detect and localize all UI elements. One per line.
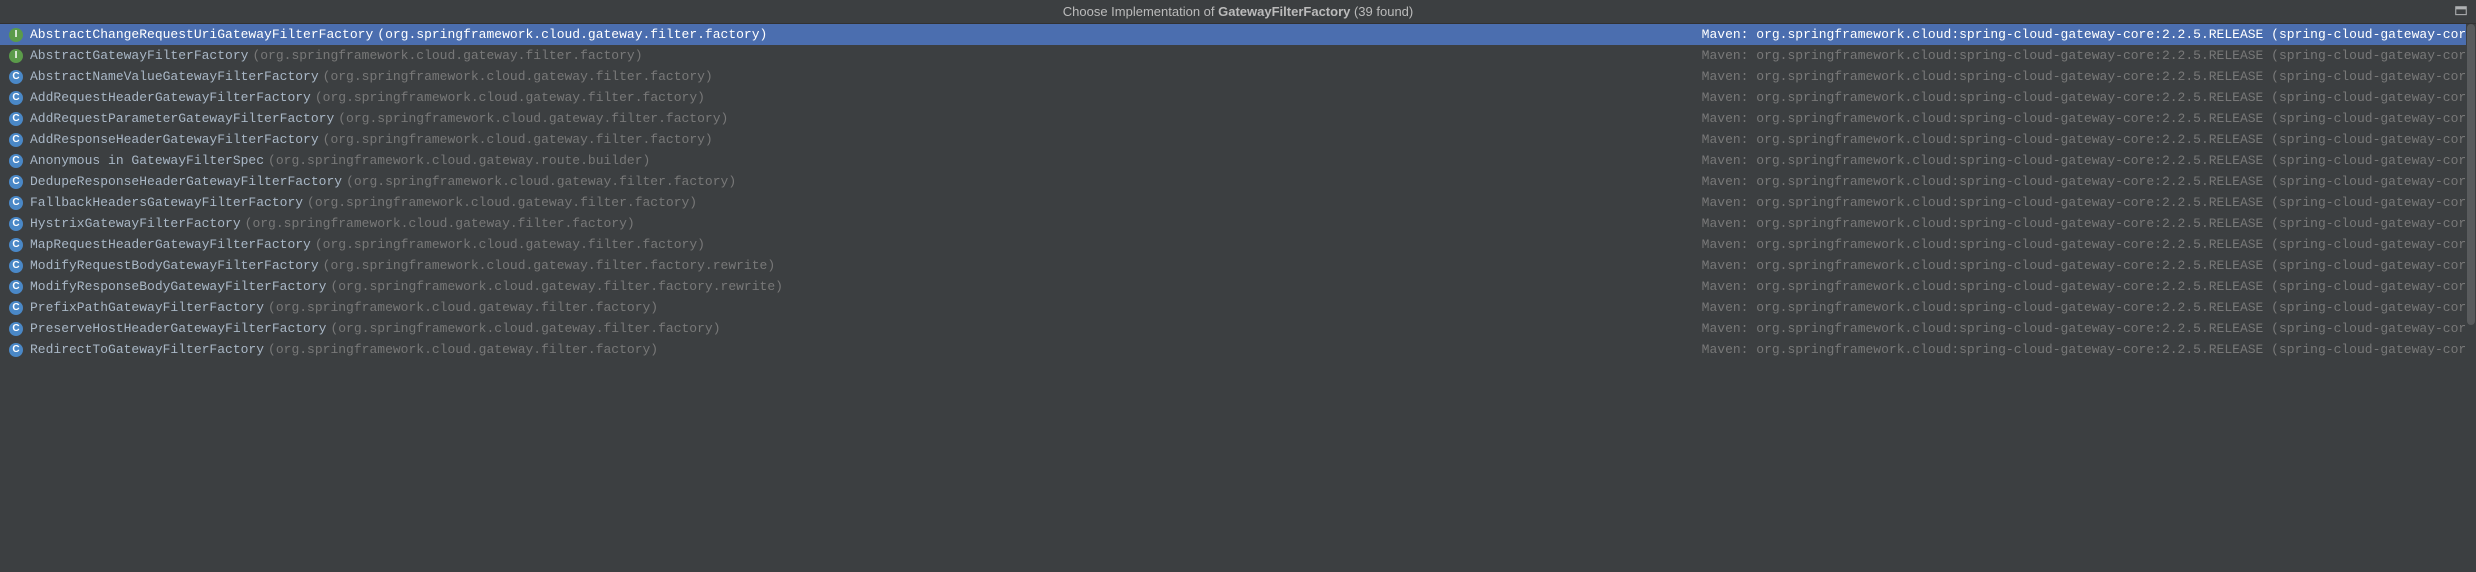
list-item[interactable]: C ModifyResponseBodyGatewayFilterFactory (… — [0, 276, 2476, 297]
class-icon: C — [8, 69, 24, 85]
package-name: (org.springframework.cloud.gateway.filte… — [377, 27, 767, 42]
location-text: Maven: org.springframework.cloud:spring-… — [1702, 132, 2476, 147]
list-item[interactable]: C AddResponseHeaderGatewayFilterFactory (o… — [0, 129, 2476, 150]
class-icon: C — [8, 237, 24, 253]
list-item[interactable]: C PrefixPathGatewayFilterFactory (org.spri… — [0, 297, 2476, 318]
location-text: Maven: org.springframework.cloud:spring-… — [1702, 342, 2476, 357]
class-icon: C — [8, 300, 24, 316]
location-text: Maven: org.springframework.cloud:spring-… — [1702, 174, 2476, 189]
dialog-header: Choose Implementation of GatewayFilterFa… — [0, 0, 2476, 24]
package-name: (org.springframework.cloud.gateway.filte… — [330, 279, 782, 294]
package-name: (org.springframework.cloud.gateway.filte… — [323, 69, 713, 84]
class-name: AbstractGatewayFilterFactory — [30, 48, 248, 63]
list-item[interactable]: C AddRequestParameterGatewayFilterFactory… — [0, 108, 2476, 129]
package-name: (org.springframework.cloud.gateway.filte… — [315, 90, 705, 105]
package-name: (org.springframework.cloud.gateway.filte… — [346, 174, 736, 189]
class-name: AddRequestParameterGatewayFilterFactory — [30, 111, 334, 126]
location-text: Maven: org.springframework.cloud:spring-… — [1702, 153, 2476, 168]
list-item[interactable]: C AbstractNameValueGatewayFilterFactory (o… — [0, 66, 2476, 87]
class-icon: C — [8, 258, 24, 274]
package-name: (org.springframework.cloud.gateway.filte… — [323, 258, 775, 273]
list-item[interactable]: C DedupeResponseHeaderGatewayFilterFactor… — [0, 171, 2476, 192]
class-name: Anonymous in GatewayFilterSpec — [30, 153, 264, 168]
class-name: AddRequestHeaderGatewayFilterFactory — [30, 90, 311, 105]
class-name: PreserveHostHeaderGatewayFilterFactory — [30, 321, 326, 336]
package-name: (org.springframework.cloud.gateway.filte… — [268, 300, 658, 315]
class-icon: C — [8, 321, 24, 337]
package-name: (org.springframework.cloud.gateway.filte… — [307, 195, 697, 210]
location-text: Maven: org.springframework.cloud:spring-… — [1702, 90, 2476, 105]
class-icon: C — [8, 132, 24, 148]
package-name: (org.springframework.cloud.gateway.filte… — [323, 132, 713, 147]
list-item[interactable]: C MapRequestHeaderGatewayFilterFactory (or… — [0, 234, 2476, 255]
title-suffix: (39 found) — [1350, 4, 1413, 19]
class-name: ModifyResponseBodyGatewayFilterFactory — [30, 279, 326, 294]
class-name: AbstractNameValueGatewayFilterFactory — [30, 69, 319, 84]
location-text: Maven: org.springframework.cloud:spring-… — [1702, 237, 2476, 252]
implementation-list: I AbstractChangeRequestUriGatewayFilterFa… — [0, 24, 2476, 360]
package-name: (org.springframework.cloud.gateway.filte… — [245, 216, 635, 231]
class-icon: C — [8, 342, 24, 358]
location-text: Maven: org.springframework.cloud:spring-… — [1702, 195, 2476, 210]
package-name: (org.springframework.cloud.gateway.filte… — [330, 321, 720, 336]
location-text: Maven: org.springframework.cloud:spring-… — [1702, 69, 2476, 84]
class-name: FallbackHeadersGatewayFilterFactory — [30, 195, 303, 210]
class-name: ModifyRequestBodyGatewayFilterFactory — [30, 258, 319, 273]
list-item[interactable]: I AbstractChangeRequestUriGatewayFilterFa… — [0, 24, 2476, 45]
class-name: PrefixPathGatewayFilterFactory — [30, 300, 264, 315]
list-item[interactable]: C ModifyRequestBodyGatewayFilterFactory (o… — [0, 255, 2476, 276]
list-item[interactable]: C FallbackHeadersGatewayFilterFactory (org… — [0, 192, 2476, 213]
class-icon: C — [8, 153, 24, 169]
scrollbar-thumb[interactable] — [2467, 24, 2475, 325]
location-text: Maven: org.springframework.cloud:spring-… — [1702, 258, 2476, 273]
class-icon: C — [8, 279, 24, 295]
vertical-scrollbar[interactable] — [2466, 24, 2476, 572]
package-name: (org.springframework.cloud.gateway.filte… — [268, 342, 658, 357]
interface-icon: I — [8, 27, 24, 43]
title-target: GatewayFilterFactory — [1218, 4, 1350, 19]
location-text: Maven: org.springframework.cloud:spring-… — [1702, 111, 2476, 126]
interface-icon: I — [8, 48, 24, 64]
location-text: Maven: org.springframework.cloud:spring-… — [1702, 216, 2476, 231]
dialog-title: Choose Implementation of GatewayFilterFa… — [1063, 4, 1413, 19]
class-icon: C — [8, 174, 24, 190]
list-item[interactable]: C RedirectToGatewayFilterFactory (org.spri… — [0, 339, 2476, 360]
list-item[interactable]: C AddRequestHeaderGatewayFilterFactory (or… — [0, 87, 2476, 108]
class-name: AddResponseHeaderGatewayFilterFactory — [30, 132, 319, 147]
class-icon: C — [8, 111, 24, 127]
title-prefix: Choose Implementation of — [1063, 4, 1218, 19]
class-icon: C — [8, 216, 24, 232]
list-item[interactable]: I AbstractGatewayFilterFactory (org.spring… — [0, 45, 2476, 66]
class-name: HystrixGatewayFilterFactory — [30, 216, 241, 231]
pin-icon[interactable] — [2454, 5, 2468, 19]
location-text: Maven: org.springframework.cloud:spring-… — [1702, 27, 2476, 42]
package-name: (org.springframework.cloud.gateway.route… — [268, 153, 650, 168]
list-item[interactable]: C Anonymous in GatewayFilterSpec (org.spri… — [0, 150, 2476, 171]
package-name: (org.springframework.cloud.gateway.filte… — [338, 111, 728, 126]
location-text: Maven: org.springframework.cloud:spring-… — [1702, 300, 2476, 315]
class-icon: C — [8, 195, 24, 211]
package-name: (org.springframework.cloud.gateway.filte… — [315, 237, 705, 252]
class-name: MapRequestHeaderGatewayFilterFactory — [30, 237, 311, 252]
location-text: Maven: org.springframework.cloud:spring-… — [1702, 321, 2476, 336]
class-name: DedupeResponseHeaderGatewayFilterFactory — [30, 174, 342, 189]
package-name: (org.springframework.cloud.gateway.filte… — [252, 48, 642, 63]
class-name: AbstractChangeRequestUriGatewayFilterFac… — [30, 27, 373, 42]
location-text: Maven: org.springframework.cloud:spring-… — [1702, 48, 2476, 63]
list-item[interactable]: C PreserveHostHeaderGatewayFilterFactory (… — [0, 318, 2476, 339]
class-icon: C — [8, 90, 24, 106]
list-item[interactable]: C HystrixGatewayFilterFactory (org.springf… — [0, 213, 2476, 234]
class-name: RedirectToGatewayFilterFactory — [30, 342, 264, 357]
location-text: Maven: org.springframework.cloud:spring-… — [1702, 279, 2476, 294]
